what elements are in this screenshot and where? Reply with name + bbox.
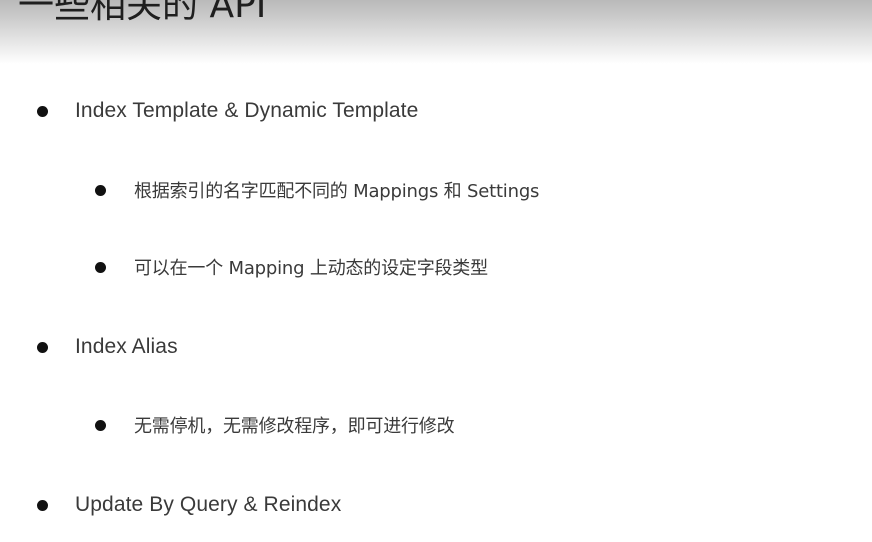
slide-header: 一些相关的 API — [0, 0, 872, 64]
bullet-item: Index Template & Dynamic Template — [37, 97, 418, 125]
bullet-item: Index Alias — [37, 333, 178, 361]
sub-bullet-item: 可以在一个 Mapping 上动态的设定字段类型 — [95, 253, 488, 281]
sub-bullet-text: 可以在一个 Mapping 上动态的设定字段类型 — [134, 258, 488, 279]
bullet-text: Index Template & Dynamic Template — [75, 99, 419, 122]
bullet-dot-icon — [95, 261, 106, 273]
bullet-dot-icon — [95, 184, 106, 196]
bullet-text: Index Alias — [75, 335, 178, 358]
sub-bullet-text: 无需停机，无需修改程序，即可进行修改 — [134, 416, 455, 437]
bullet-item: Update By Query & Reindex — [37, 491, 341, 519]
bullet-dot-icon — [37, 499, 48, 511]
bullet-dot-icon — [37, 105, 48, 117]
bullet-dot-icon — [95, 419, 106, 431]
bullet-text: Update By Query & Reindex — [75, 493, 342, 516]
bullet-dot-icon — [37, 341, 48, 353]
sub-bullet-item: 根据索引的名字匹配不同的 Mappings 和 Settings — [95, 176, 539, 204]
sub-bullet-item: 无需停机，无需修改程序，即可进行修改 — [95, 411, 455, 439]
page-title: 一些相关的 API — [18, 0, 267, 26]
sub-bullet-text: 根据索引的名字匹配不同的 Mappings 和 Settings — [134, 181, 540, 202]
